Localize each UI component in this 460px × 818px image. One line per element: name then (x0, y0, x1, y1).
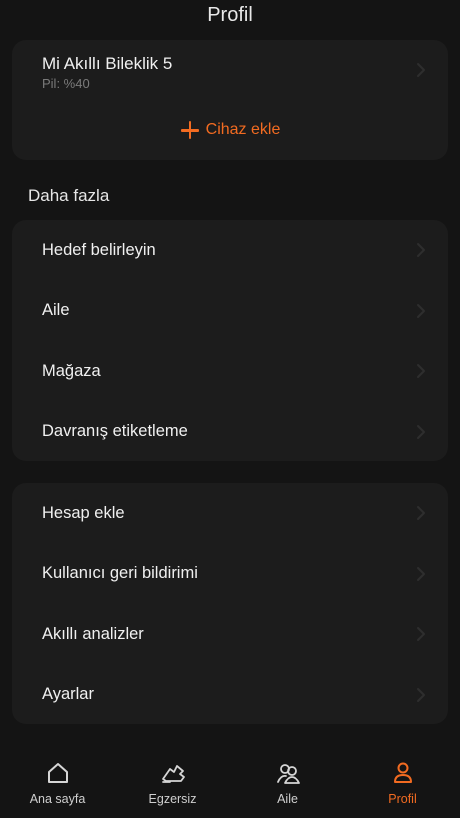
add-device-button[interactable]: Cihaz ekle (12, 120, 448, 140)
menu-item-settings[interactable]: Ayarlar (12, 665, 448, 726)
profile-icon (393, 762, 412, 783)
nav-profile[interactable]: Profil (345, 746, 460, 818)
nav-home-label: Ana sayfa (29, 792, 86, 806)
menu-item-label: Hesap ekle (42, 503, 125, 522)
device-row[interactable]: Mi Akıllı Bileklik 5 Pil: %40 (12, 40, 448, 104)
menu-item-family[interactable]: Aile (12, 281, 448, 342)
nav-home[interactable]: Ana sayfa (0, 746, 115, 818)
menu-item-behavior-tagging[interactable]: Davranış etiketleme (12, 402, 448, 463)
page-title: Profil (207, 4, 253, 26)
menu-item-label: Aile (42, 301, 70, 320)
chevron-right-icon (417, 303, 425, 318)
menu-item-label: Kullanıcı geri bildirimi (42, 564, 198, 583)
menu-item-label: Akıllı analizler (42, 624, 144, 643)
chevron-right-icon (417, 687, 425, 702)
nav-profile-label: Profil (388, 792, 417, 806)
plus-icon (180, 120, 200, 140)
menu-group-1: Hedef belirleyin Aile Mağaza Davranış et… (12, 220, 448, 461)
chevron-right-icon (417, 566, 425, 581)
menu-item-store[interactable]: Mağaza (12, 341, 448, 402)
device-card: Mi Akıllı Bileklik 5 Pil: %40 Cihaz ekle (12, 40, 448, 160)
profile-screen: Profil Mi Akıllı Bileklik 5 Pil: %40 Cih… (0, 0, 460, 818)
menu-item-add-account[interactable]: Hesap ekle (12, 483, 448, 544)
section-title-more: Daha fazla (28, 186, 110, 205)
menu-item-label: Mağaza (42, 361, 101, 380)
device-name: Mi Akıllı Bileklik 5 (42, 54, 173, 73)
menu-item-label: Ayarlar (42, 685, 94, 704)
nav-workout-label: Egzersiz (148, 792, 197, 806)
chevron-right-icon (417, 424, 425, 439)
menu-item-set-goal[interactable]: Hedef belirleyin (12, 220, 448, 281)
add-device-label: Cihaz ekle (205, 121, 281, 138)
nav-family[interactable]: Aile (230, 746, 345, 818)
menu-item-user-feedback[interactable]: Kullanıcı geri bildirimi (12, 544, 448, 605)
device-battery: Pil: %40 (42, 76, 90, 91)
menu-item-label: Hedef belirleyin (42, 240, 156, 259)
menu-item-smart-analysis[interactable]: Akıllı analizler (12, 604, 448, 665)
family-icon (276, 764, 300, 784)
chevron-right-icon (417, 63, 425, 77)
chevron-right-icon (417, 506, 425, 521)
nav-workout[interactable]: Egzersiz (115, 746, 230, 818)
chevron-right-icon (417, 627, 425, 642)
chevron-right-icon (417, 243, 425, 258)
home-icon (47, 763, 68, 783)
shoe-icon (161, 765, 185, 783)
menu-group-2: Hesap ekle Kullanıcı geri bildirimi Akıl… (12, 483, 448, 724)
bottom-nav: Ana sayfa Egzersiz Aile Profil (0, 746, 460, 818)
nav-family-label: Aile (277, 792, 298, 806)
menu-item-label: Davranış etiketleme (42, 422, 188, 441)
chevron-right-icon (417, 364, 425, 379)
